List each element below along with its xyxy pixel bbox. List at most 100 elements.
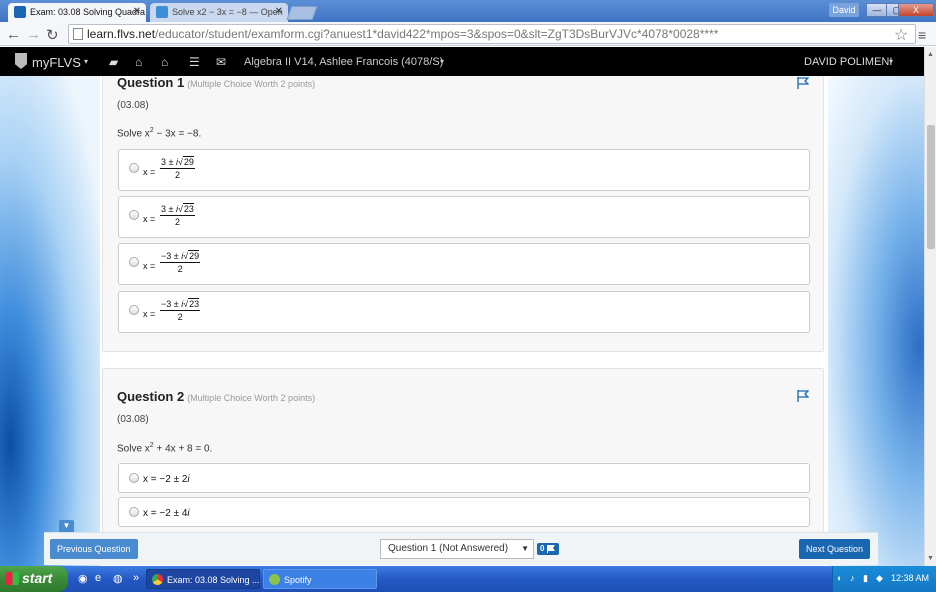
- page-icon: [73, 28, 83, 40]
- question-meta: (Multiple Choice Worth 2 points): [187, 79, 316, 89]
- address-bar: ← → ↻ learn.flvs.net/educator/student/ex…: [0, 22, 936, 46]
- option-expression: x = −2 ± 2i: [143, 474, 190, 485]
- site-header-overlay: myFLVS ▾ ▰ ⌂ ⌂ ☰ ✉ Algebra II V14, Ashle…: [0, 47, 924, 76]
- system-tray: ◐ ♪ ▮ ◆ 12:38 AM: [832, 566, 936, 592]
- doc-favicon-icon: [156, 6, 168, 18]
- select-caret-icon: ▼: [521, 544, 529, 553]
- close-tab-icon[interactable]: ✕: [275, 6, 283, 17]
- close-window-button[interactable]: X: [898, 3, 934, 17]
- quicklaunch-chrome-icon[interactable]: ◍: [113, 572, 123, 585]
- question-select[interactable]: Question 1 (Not Answered) ▼: [380, 539, 534, 559]
- list-icon[interactable]: ☰: [189, 55, 200, 69]
- start-button[interactable]: start: [0, 566, 68, 592]
- question-title: Question 2 (Multiple Choice Worth 2 point…: [117, 389, 316, 404]
- desktop-wallpaper-right: [828, 76, 924, 566]
- desktop-wallpaper-left: [0, 76, 100, 566]
- tab-label: Exam: 03.08 Solving Quadra: [30, 7, 146, 17]
- answer-option[interactable]: x = −2 ± 2i: [118, 463, 810, 493]
- option-fraction: −3 ± i√23 2: [160, 298, 201, 322]
- answer-radio[interactable]: [129, 473, 139, 483]
- answer-radio[interactable]: [129, 507, 139, 517]
- option-fraction: 3 ± i√29 2: [160, 156, 195, 180]
- tray-volume-icon[interactable]: ♪: [850, 573, 855, 583]
- chrome-icon: [152, 574, 163, 585]
- spotify-icon: [269, 574, 280, 585]
- option-lhs: x =: [143, 309, 156, 319]
- course-title[interactable]: Algebra II V14, Ashlee Francois (4078/S): [244, 56, 443, 68]
- exam-navigation-bar: Previous Question Question 1 (Not Answer…: [44, 532, 878, 565]
- user-menu[interactable]: DAVID POLIMENI: [804, 56, 892, 68]
- answer-option[interactable]: x = −3 ± i√23 2: [118, 291, 810, 333]
- option-fraction: −3 ± i√29 2: [160, 250, 201, 274]
- option-lhs: x =: [143, 167, 156, 177]
- scroll-down-icon[interactable]: ▼: [927, 555, 934, 562]
- answer-option[interactable]: x = −2 ± 4i: [118, 497, 810, 527]
- answer-radio[interactable]: [129, 305, 139, 315]
- forward-arrow-icon[interactable]: →: [26, 26, 41, 43]
- flvs-shield-icon: [15, 53, 27, 69]
- home-icon[interactable]: ⌂: [161, 55, 168, 69]
- taskbar-item-chrome[interactable]: Exam: 03.08 Solving ...: [146, 569, 260, 589]
- quicklaunch-firefox-icon[interactable]: ◉: [78, 572, 88, 585]
- browser-user-badge[interactable]: David: [829, 3, 859, 17]
- option-fraction: 3 ± i√23 2: [160, 203, 195, 227]
- book-icon[interactable]: ▰: [109, 55, 118, 69]
- flag-question-icon[interactable]: [797, 77, 809, 89]
- flag-icon: [547, 545, 555, 553]
- browser-menu-icon[interactable]: ≡: [918, 27, 926, 43]
- next-question-button[interactable]: Next Question: [799, 539, 871, 559]
- reload-icon[interactable]: ↻: [46, 26, 59, 44]
- question-prompt: Solve x2 − 3x = −8.: [117, 127, 202, 140]
- url-input[interactable]: learn.flvs.net/educator/student/examform…: [68, 24, 916, 44]
- tab-label: Solve x2 − 3x = −8 — Open: [172, 7, 283, 17]
- inbox-icon[interactable]: ⌂: [135, 55, 142, 69]
- previous-question-button[interactable]: Previous Question: [50, 539, 138, 559]
- question-prompt: Solve x2 + 4x + 8 = 0.: [117, 442, 213, 455]
- os-taskbar: start ◉ e ◍ » Exam: 03.08 Solving ... Sp…: [0, 566, 936, 592]
- flagged-count-badge[interactable]: 0: [537, 543, 559, 555]
- tray-security-icon[interactable]: ◆: [876, 573, 883, 584]
- course-caret-icon[interactable]: ▾: [440, 57, 444, 66]
- new-tab-button[interactable]: [286, 6, 318, 20]
- page-scrollbar[interactable]: ▲ ▼: [924, 47, 936, 566]
- answer-option[interactable]: x = 3 ± i√23 2: [118, 196, 810, 238]
- answer-radio[interactable]: [129, 163, 139, 173]
- option-lhs: x =: [143, 261, 156, 271]
- tray-help-icon[interactable]: ◐: [837, 573, 842, 583]
- quicklaunch-ie-icon[interactable]: e: [95, 572, 101, 584]
- answer-radio[interactable]: [129, 210, 139, 220]
- question-code: (03.08): [117, 100, 149, 111]
- option-lhs: x =: [143, 214, 156, 224]
- answer-option[interactable]: x = 3 ± i√29 2: [118, 149, 810, 191]
- scroll-thumb[interactable]: [927, 125, 935, 249]
- question-select-value: Question 1 (Not Answered): [388, 543, 509, 554]
- logo-caret-icon[interactable]: ▾: [84, 57, 88, 66]
- back-arrow-icon[interactable]: ←: [6, 26, 21, 43]
- question-code: (03.08): [117, 414, 149, 425]
- browser-tab-exam[interactable]: Exam: 03.08 Solving Quadra ✕: [8, 3, 146, 22]
- flvs-favicon-icon: [14, 6, 26, 18]
- question-title: Question 1 (Multiple Choice Worth 2 point…: [117, 75, 316, 90]
- answer-radio[interactable]: [129, 257, 139, 267]
- question-card-1: Question 1 (Multiple Choice Worth 2 point…: [102, 60, 824, 352]
- close-tab-icon[interactable]: ✕: [133, 6, 141, 17]
- question-card-2: Question 2 (Multiple Choice Worth 2 point…: [102, 368, 824, 534]
- answer-option[interactable]: x = −3 ± i√29 2: [118, 243, 810, 285]
- tray-network-icon[interactable]: ▮: [863, 573, 868, 584]
- taskbar-clock[interactable]: 12:38 AM: [891, 573, 929, 583]
- minimize-button[interactable]: —: [866, 3, 888, 17]
- flag-question-icon[interactable]: [797, 390, 809, 402]
- url-host: learn.flvs.net: [87, 27, 156, 41]
- question-meta: (Multiple Choice Worth 2 points): [187, 393, 316, 403]
- url-path: /educator/student/examform.cgi?anuest1*d…: [155, 27, 719, 41]
- user-caret-icon[interactable]: ▾: [889, 57, 893, 66]
- mail-icon[interactable]: ✉: [216, 55, 226, 69]
- browser-tab-bar: Exam: 03.08 Solving Quadra ✕ Solve x2 − …: [0, 0, 936, 22]
- taskbar-item-spotify[interactable]: Spotify: [263, 569, 377, 589]
- scroll-up-icon[interactable]: ▲: [927, 51, 934, 58]
- browser-tab-solve[interactable]: Solve x2 − 3x = −8 — Open ✕: [150, 3, 288, 22]
- bookmark-star-icon[interactable]: ☆: [894, 25, 908, 45]
- option-expression: x = −2 ± 4i: [143, 508, 190, 519]
- quicklaunch-more-icon[interactable]: »: [133, 572, 139, 584]
- site-logo[interactable]: myFLVS: [32, 55, 81, 70]
